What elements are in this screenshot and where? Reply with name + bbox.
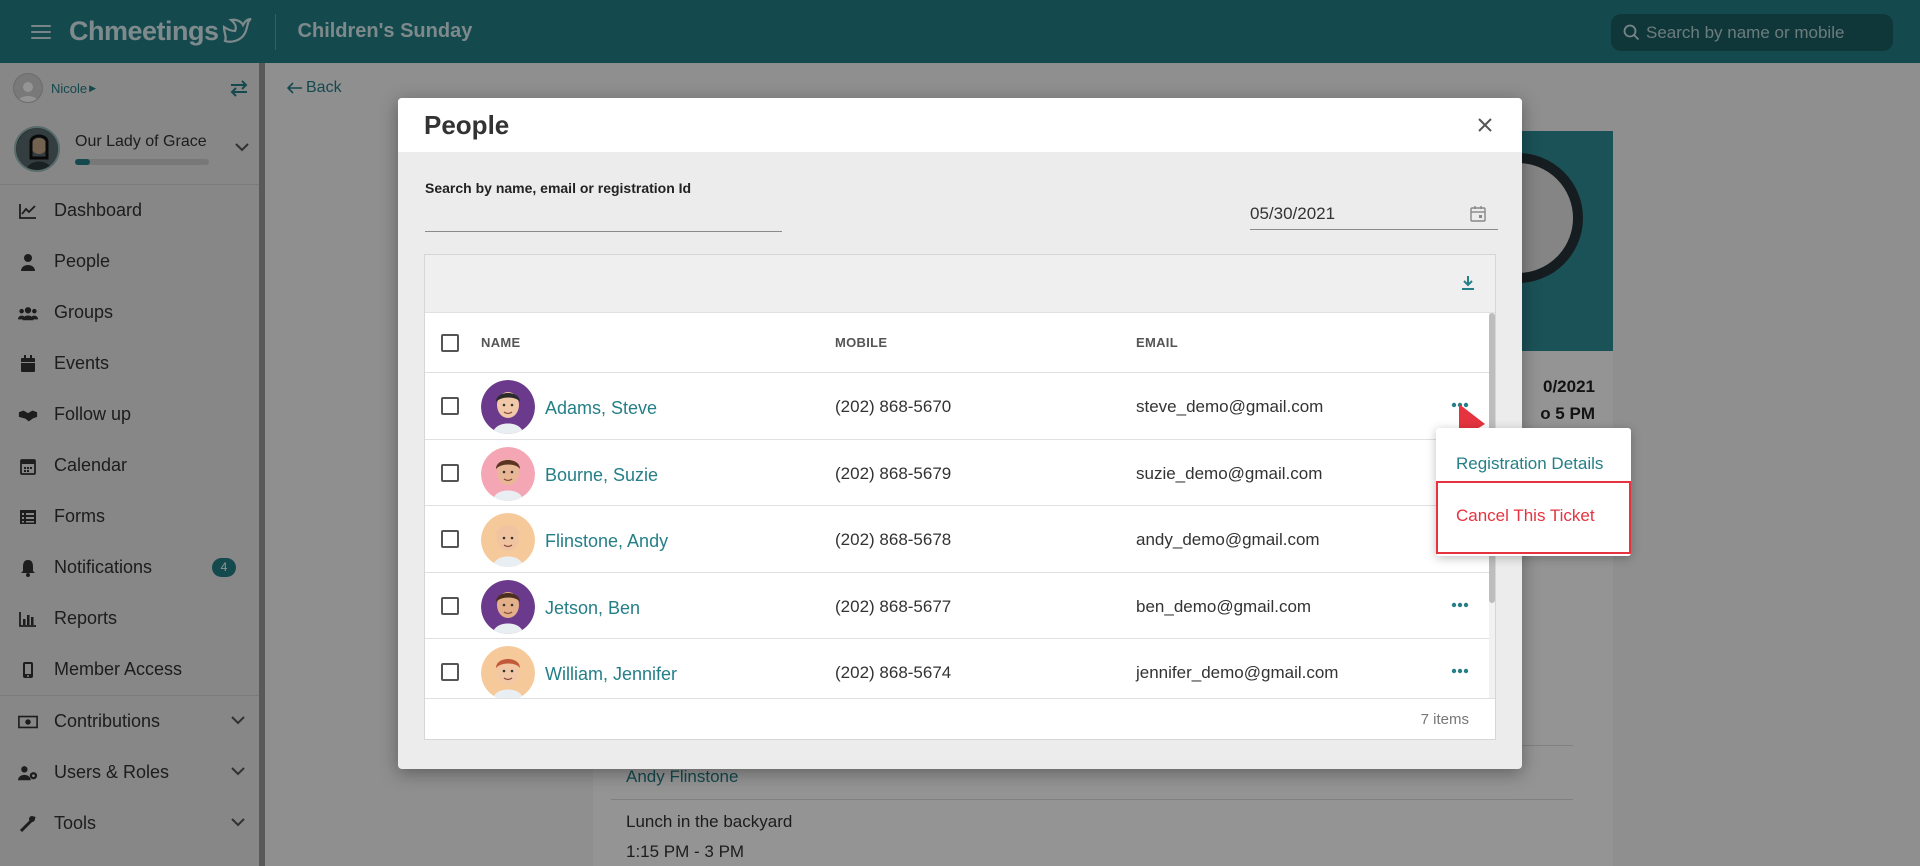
grid-toolbar xyxy=(425,255,1495,313)
cancel-ticket-item[interactable]: Cancel This Ticket xyxy=(1456,506,1595,526)
person-mobile: (202) 868-5677 xyxy=(835,596,952,616)
avatar xyxy=(481,513,535,567)
more-options-icon[interactable] xyxy=(1451,668,1469,674)
person-mobile: (202) 868-5679 xyxy=(835,463,952,483)
close-icon[interactable] xyxy=(1478,118,1492,132)
column-email[interactable]: EMAIL xyxy=(1136,335,1178,350)
calendar-icon[interactable] xyxy=(1470,205,1486,222)
avatar xyxy=(481,579,535,634)
date-value: 05/30/2021 xyxy=(1250,203,1336,223)
search-label: Search by name, email or registration Id xyxy=(425,180,692,196)
select-all-checkbox[interactable] xyxy=(441,334,459,352)
modal-header: People xyxy=(398,98,1522,152)
row-checkbox[interactable] xyxy=(441,663,459,681)
person-mobile: (202) 868-5670 xyxy=(835,397,952,416)
row-checkbox[interactable] xyxy=(441,530,459,548)
table-row: Adams, Steve (202) 868-5670 steve_demo@gma… xyxy=(425,373,1495,440)
download-icon[interactable] xyxy=(1461,275,1475,291)
table-row: William, Jennifer (202) 868-5674 jennifer_… xyxy=(425,639,1495,706)
person-name-link[interactable]: William, Jennifer xyxy=(545,664,677,685)
avatar xyxy=(481,446,535,501)
avatar xyxy=(481,380,535,434)
person-name-link[interactable]: Jetson, Ben xyxy=(545,598,640,619)
row-checkbox[interactable] xyxy=(441,397,459,415)
date-picker[interactable]: 05/30/2021 xyxy=(1250,198,1498,230)
table-row: Bourne, Suzie (202) 868-5679 suzie_demo@gm… xyxy=(425,440,1495,506)
column-name[interactable]: NAME xyxy=(481,335,520,350)
items-count: 7 items xyxy=(1420,711,1469,728)
person-email: steve_demo@gmail.com xyxy=(1136,397,1324,416)
person-email: ben_demo@gmail.com xyxy=(1136,596,1312,616)
people-search-input[interactable] xyxy=(425,206,782,232)
modal-title: People xyxy=(424,109,510,140)
person-mobile: (202) 868-5674 xyxy=(835,663,952,682)
person-name-link[interactable]: Flinstone, Andy xyxy=(545,531,668,552)
person-email: suzie_demo@gmail.com xyxy=(1136,463,1323,483)
more-options-icon[interactable] xyxy=(1451,602,1469,608)
people-grid: NAME MOBILE EMAIL Adams, Steve (202) 868-… xyxy=(424,254,1496,740)
people-modal: People Search by name, email or registra… xyxy=(398,98,1522,769)
person-name-link[interactable]: Adams, Steve xyxy=(545,398,657,419)
row-context-menu: Registration Details Cancel This Ticket xyxy=(1436,428,1631,556)
table-row: Jetson, Ben (202) 868-5677 ben_demo@gmail.… xyxy=(425,573,1495,639)
row-checkbox[interactable] xyxy=(441,463,459,482)
person-name-link[interactable]: Bourne, Suzie xyxy=(545,465,658,486)
table-row: Flinstone, Andy (202) 868-5678 andy_demo@g… xyxy=(425,506,1495,573)
grid-body: Adams, Steve (202) 868-5670 steve_demo@gma… xyxy=(425,373,1495,706)
person-email: jennifer_demo@gmail.com xyxy=(1136,663,1339,682)
person-mobile: (202) 868-5678 xyxy=(835,530,952,549)
grid-header: NAME MOBILE EMAIL xyxy=(425,313,1495,373)
person-email: andy_demo@gmail.com xyxy=(1136,530,1320,549)
grid-footer: 7 items xyxy=(425,698,1495,739)
avatar xyxy=(481,646,535,700)
column-mobile[interactable]: MOBILE xyxy=(835,335,887,350)
row-checkbox[interactable] xyxy=(441,596,459,615)
registration-details-item[interactable]: Registration Details xyxy=(1456,454,1603,474)
